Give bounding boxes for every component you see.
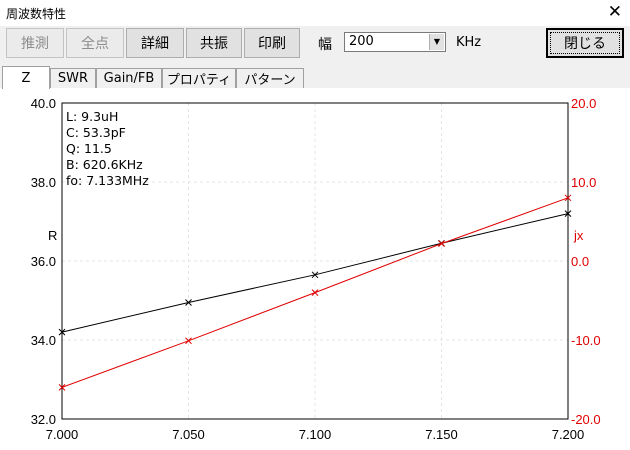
title-bar: 周波数特性 ✕	[0, 0, 630, 26]
tab-bar: Z SWR Gain/FB プロパティ パターン	[0, 66, 630, 89]
y-tick-label-left: 32.0	[31, 412, 56, 427]
y-tick-label-right: 10.0	[571, 175, 596, 190]
print-button[interactable]: 印刷	[244, 28, 300, 58]
chevron-down-icon[interactable]: ▼	[429, 34, 444, 50]
tab-z[interactable]: Z	[2, 66, 50, 89]
tab-swr[interactable]: SWR	[50, 68, 96, 88]
resonance-button[interactable]: 共振	[186, 28, 242, 58]
y-tick-label-left: 40.0	[31, 96, 56, 111]
info-bandwidth: B: 620.6KHz	[66, 157, 143, 172]
y-tick-label-right: -10.0	[571, 333, 601, 348]
y-tick-label-left: 34.0	[31, 333, 56, 348]
window-title: 周波数特性	[6, 7, 67, 21]
y-axis-label-right: jx	[573, 228, 584, 243]
info-capacitance: C: 53.3pF	[66, 125, 126, 140]
info-q: Q: 11.5	[66, 141, 112, 156]
tab-gain-fb[interactable]: Gain/FB	[96, 68, 162, 88]
width-select[interactable]: 200 ▼	[344, 32, 446, 52]
width-unit-label: KHz	[456, 35, 482, 50]
close-icon[interactable]: ✕	[608, 2, 622, 22]
x-tick-label: 7.100	[299, 427, 332, 442]
y-tick-label-right: -20.0	[571, 412, 601, 427]
y-axis-label-left: R	[48, 228, 57, 243]
y-tick-label-right: 20.0	[571, 96, 596, 111]
info-inductance: L: 9.3uH	[66, 109, 119, 124]
y-tick-label-left: 36.0	[31, 254, 56, 269]
x-tick-label: 7.050	[172, 427, 205, 442]
x-tick-label: 7.200	[552, 427, 585, 442]
all-points-button[interactable]: 全点	[66, 28, 124, 58]
info-resonant-freq: fo: 7.133MHz	[66, 173, 149, 188]
y-tick-label-left: 38.0	[31, 175, 56, 190]
estimate-button[interactable]: 推測	[6, 28, 64, 58]
tab-pattern[interactable]: パターン	[236, 68, 304, 88]
x-tick-label: 7.000	[46, 427, 79, 442]
width-value: 200	[349, 34, 374, 49]
close-button[interactable]: 閉じる	[546, 28, 624, 58]
x-tick-label: 7.150	[425, 427, 458, 442]
details-button[interactable]: 詳細	[126, 28, 184, 58]
width-label: 幅	[318, 37, 332, 53]
y-tick-label-right: 0.0	[571, 254, 589, 269]
tab-properties[interactable]: プロパティ	[162, 68, 236, 88]
chart-area: 32.0 34.0 36.0 38.0 40.0 -20.0 -10.0 0.0 10.0 20.…	[0, 88, 630, 450]
